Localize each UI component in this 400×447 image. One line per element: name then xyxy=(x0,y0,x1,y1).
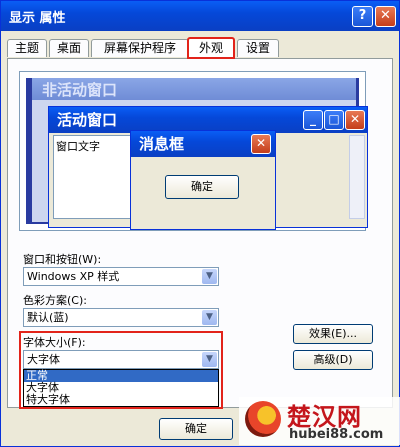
tab-screensaver[interactable]: 屏幕保护程序 xyxy=(91,39,189,57)
effects-button[interactable]: 效果(E)... xyxy=(293,324,373,344)
watermark: 楚汉网 hubei88.com xyxy=(239,397,400,445)
tab-settings[interactable]: 设置 xyxy=(237,39,279,57)
close-button[interactable]: ✕ xyxy=(375,6,396,27)
message-box-title: 消息框 xyxy=(139,135,185,153)
preview-scrollbar xyxy=(349,135,365,219)
maximize-icon: □ xyxy=(324,110,344,130)
inactive-title-bar: 非活动窗口 xyxy=(32,78,356,100)
preview-desktop: 非活动窗口 活动窗口 _ □ ✕ 窗口文字 消息框 ✕ 确定 xyxy=(26,78,368,230)
tab-desktop[interactable]: 桌面 xyxy=(49,39,89,57)
active-window-title: 活动窗口 xyxy=(57,111,118,129)
window-title: 显示 属性 xyxy=(9,11,66,26)
color-scheme-select[interactable]: 默认(蓝) ▼ xyxy=(23,308,219,327)
advanced-button[interactable]: 高级(D) xyxy=(293,350,373,370)
windows-buttons-label: 窗口和按钮(W): xyxy=(23,253,102,266)
help-button[interactable]: ? xyxy=(352,6,373,27)
windows-buttons-value: Windows XP 样式 xyxy=(27,270,120,283)
minimize-icon: _ xyxy=(303,110,323,130)
font-size-highlight xyxy=(19,331,223,409)
window-text-area: 窗口文字 xyxy=(53,135,131,219)
message-ok-button: 确定 xyxy=(165,175,239,199)
tab-appearance[interactable]: 外观 xyxy=(187,37,235,59)
display-properties-window: 显示 属性 ? ✕ 主题 桌面 屏幕保护程序 外观 设置 非活动窗口 活动窗口 … xyxy=(0,0,400,447)
tab-themes[interactable]: 主题 xyxy=(7,39,47,57)
message-close-icon: ✕ xyxy=(251,134,271,154)
inactive-window-title: 非活动窗口 xyxy=(42,81,118,99)
close-icon: ✕ xyxy=(345,110,365,130)
appearance-preview: 非活动窗口 活动窗口 _ □ ✕ 窗口文字 消息框 ✕ 确定 xyxy=(19,71,368,231)
chevron-down-icon[interactable]: ▼ xyxy=(202,269,217,284)
ok-button[interactable]: 确定 xyxy=(159,418,233,440)
color-scheme-value: 默认(蓝) xyxy=(27,311,69,324)
color-scheme-label: 色彩方案(C): xyxy=(23,294,87,307)
watermark-site: hubei88.com xyxy=(289,427,384,442)
preview-message-box: 消息框 ✕ 确定 xyxy=(130,130,276,230)
windows-buttons-select[interactable]: Windows XP 样式 ▼ xyxy=(23,267,219,286)
chevron-down-icon[interactable]: ▼ xyxy=(202,310,217,325)
title-bar[interactable]: 显示 属性 ? ✕ xyxy=(1,1,399,31)
message-title-bar: 消息框 ✕ xyxy=(131,131,275,157)
brand-logo-icon xyxy=(245,401,281,437)
